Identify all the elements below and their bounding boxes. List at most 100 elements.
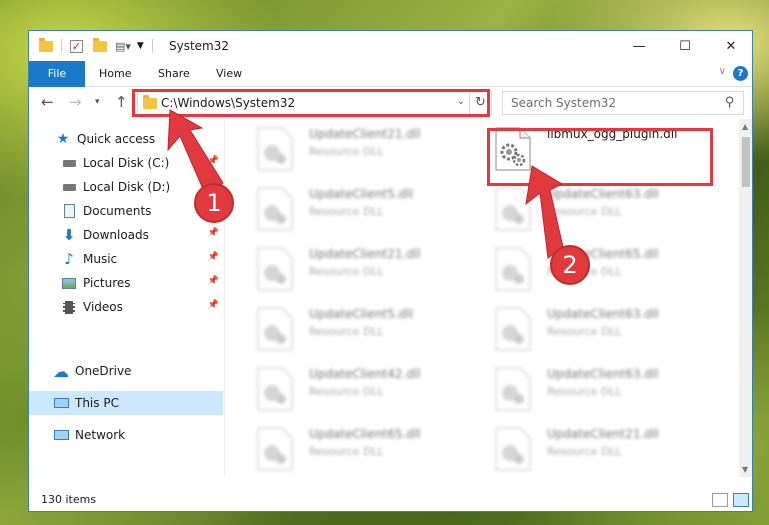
file-name: UpdateClient63.dll (547, 187, 659, 201)
maximize-button[interactable]: ☐ (662, 31, 708, 61)
folder-icon (39, 37, 53, 52)
file-type: Resource DLL (309, 265, 384, 278)
customize-toolbar-icon[interactable]: ▤▾ (115, 40, 131, 53)
dll-file-icon (257, 187, 293, 231)
sidebar-item-label: Network (75, 428, 126, 442)
recent-locations-icon[interactable]: ▾ (95, 97, 100, 107)
pin-icon[interactable]: 📌 (208, 300, 219, 310)
file-tile[interactable]: UpdateClient63.dll Resource DLL (475, 183, 705, 239)
pin-icon[interactable]: 📌 (208, 156, 219, 166)
forward-arrow-icon[interactable]: → (69, 93, 82, 111)
sidebar-item-network[interactable]: Network (29, 423, 223, 447)
file-tile[interactable]: UpdateClient5.dll Resource DLL (237, 303, 467, 359)
file-type: Resource DLL (309, 385, 384, 398)
file-tile[interactable]: UpdateClient21.dll Resource DLL (237, 123, 467, 179)
sidebar-item-this-pc[interactable]: This PC (29, 391, 223, 415)
scroll-up-icon[interactable]: ▲ (742, 122, 748, 131)
close-button[interactable]: ✕ (708, 31, 752, 61)
file-tile[interactable]: UpdateClient63.dll Resource DLL (475, 303, 705, 359)
file-type: Resource DLL (547, 205, 622, 218)
search-input[interactable]: Search System32 ⚲ (502, 91, 744, 115)
file-tile[interactable]: UpdateClient65.dll Resource DLL (475, 243, 705, 299)
file-type: Resource DLL (309, 445, 384, 458)
pin-icon[interactable]: 📌 (208, 252, 219, 262)
sidebar-item-label: This PC (75, 396, 119, 410)
file-tile[interactable]: UpdateClient21.dll Resource DLL (475, 423, 705, 477)
file-type: Resource DLL (547, 445, 622, 458)
sidebar-item-videos[interactable]: Videos 📌 (29, 295, 223, 319)
dll-file-icon (257, 247, 293, 291)
file-type: Resource DLL (309, 205, 384, 218)
properties-icon[interactable]: ✓ (70, 39, 83, 53)
minimize-button[interactable]: — (616, 31, 662, 61)
title-bar: ✓ ▤▾ ▼ System32 — ☐ ✕ (29, 31, 752, 61)
ribbon-collapse-icon[interactable]: ∨ (719, 66, 726, 77)
file-tile[interactable]: UpdateClient5.dll Resource DLL (237, 183, 467, 239)
large-icons-view-icon[interactable] (733, 493, 749, 507)
sidebar-item-local-disk-d[interactable]: Local Disk (D:) 📌 (29, 175, 223, 199)
callout-badge-1: 1 (194, 183, 234, 223)
drive-icon (61, 155, 77, 171)
star-icon: ★ (56, 131, 70, 147)
sidebar-item-label: OneDrive (75, 364, 132, 378)
sidebar-item-music[interactable]: ♪ Music 📌 (29, 247, 223, 271)
sidebar-item-quick-access[interactable]: ★ Quick access (29, 127, 223, 151)
window-title: System32 (169, 39, 230, 53)
dll-file-icon (495, 247, 531, 291)
tab-share[interactable]: Share (148, 61, 200, 87)
file-name: UpdateClient21.dll (309, 247, 421, 261)
pin-icon[interactable]: 📌 (208, 276, 219, 286)
details-view-icon[interactable] (712, 493, 728, 507)
sidebar-item-label: Pictures (83, 276, 131, 290)
sidebar-item-label: Downloads (83, 228, 149, 242)
file-tile[interactable]: UpdateClient21.dll Resource DLL (237, 243, 467, 299)
help-icon[interactable]: ? (733, 66, 748, 81)
vertical-scrollbar[interactable]: ▲ ▼ (739, 119, 752, 477)
file-type: Resource DLL (309, 325, 384, 338)
scrollbar-thumb[interactable] (742, 137, 750, 187)
tab-home[interactable]: Home (89, 61, 141, 87)
document-icon (61, 203, 77, 219)
file-tile[interactable]: UpdateClient42.dll Resource DLL (237, 363, 467, 419)
sidebar-item-onedrive[interactable]: ☁ OneDrive (29, 359, 223, 383)
sidebar-item-label: Local Disk (C:) (83, 156, 170, 170)
sidebar-item-downloads[interactable]: ⬇ Downloads 📌 (29, 223, 223, 247)
scroll-down-icon[interactable]: ▼ (742, 465, 748, 474)
back-arrow-icon[interactable]: ← (41, 93, 54, 111)
tab-file[interactable]: File (29, 61, 85, 87)
file-type: Resource DLL (309, 145, 384, 158)
video-icon (61, 299, 77, 315)
sidebar-item-label: Local Disk (D:) (83, 180, 171, 194)
sidebar-item-local-disk-c[interactable]: Local Disk (C:) 📌 (29, 151, 223, 175)
item-count: 130 items (41, 493, 97, 506)
pictures-icon (61, 275, 77, 291)
file-name: UpdateClient5.dll (309, 307, 413, 321)
sidebar-item-label: Documents (83, 204, 152, 218)
search-icon[interactable]: ⚲ (725, 95, 735, 110)
chevron-down-icon[interactable]: ▼ (137, 41, 144, 51)
file-name: UpdateClient21.dll (547, 427, 659, 441)
drive-icon (61, 179, 77, 195)
file-explorer-window: ✓ ▤▾ ▼ System32 — ☐ ✕ File Home Share Vi… (28, 30, 753, 512)
file-name: UpdateClient63.dll (547, 307, 659, 321)
up-arrow-icon[interactable]: ↑ (115, 93, 128, 111)
new-folder-icon[interactable] (93, 37, 107, 52)
network-icon (53, 427, 69, 443)
dll-file-icon (257, 127, 293, 171)
cloud-icon: ☁ (53, 361, 69, 381)
dll-file-icon (495, 307, 531, 351)
dll-file-icon (495, 187, 531, 231)
file-tile[interactable]: UpdateClient63.dll Resource DLL (475, 363, 705, 419)
sidebar-item-pictures[interactable]: Pictures 📌 (29, 271, 223, 295)
ribbon: File Home Share View ∨ ? (29, 61, 752, 87)
file-tile[interactable]: UpdateClient65.dll Resource DLL (237, 423, 467, 477)
toolbar-divider (151, 39, 153, 53)
tab-view[interactable]: View (206, 61, 252, 87)
download-icon: ⬇ (62, 226, 76, 244)
file-name: UpdateClient65.dll (309, 427, 421, 441)
file-name: UpdateClient42.dll (309, 367, 421, 381)
navigation-pane: ★ Quick access Local Disk (C:) 📌 Local D… (29, 119, 225, 477)
dll-file-icon (257, 367, 293, 411)
pin-icon[interactable]: 📌 (208, 228, 219, 238)
search-placeholder: Search System32 (511, 96, 617, 110)
